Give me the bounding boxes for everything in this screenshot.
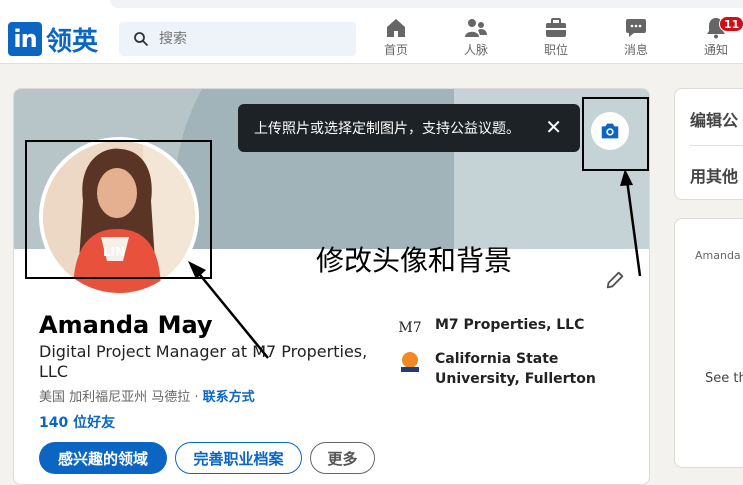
school-logo	[397, 349, 423, 375]
side-card-text: See th	[705, 371, 743, 386]
add-profile-section-button[interactable]: 完善职业档案	[175, 442, 302, 474]
nav-home-label: 首页	[383, 43, 408, 57]
edit-intro-pencil-icon[interactable]	[604, 269, 626, 291]
org-item-school[interactable]: California State University, Fullerton	[397, 349, 635, 389]
other-language-link[interactable]: 用其他	[690, 163, 738, 187]
nav-home[interactable]: 首页	[366, 16, 426, 58]
org-item-company[interactable]: M7 M7 Properties, LLC	[397, 315, 635, 341]
side-card: Amanda See th	[674, 218, 743, 468]
logo-text: 领英	[46, 26, 99, 57]
company-logo: M7	[397, 315, 423, 341]
more-button[interactable]: 更多	[310, 442, 375, 474]
search-input[interactable]	[159, 31, 339, 47]
people-icon	[465, 19, 487, 37]
company-logo-text: M7	[398, 320, 422, 336]
briefcase-icon	[546, 18, 566, 37]
browser-strip	[110, 0, 743, 8]
open-to-button[interactable]: 感兴趣的领域	[39, 442, 167, 474]
close-icon[interactable]: ✕	[545, 117, 562, 137]
search-bar[interactable]	[119, 22, 356, 56]
annotation-box-avatar	[25, 140, 212, 279]
global-nav: in 领英 首页 人脉 职位 消息 11 通知	[0, 0, 743, 64]
contact-info-link[interactable]: 联系方式	[203, 390, 255, 405]
profile-name: Amanda May	[39, 311, 213, 339]
school-name: California State University, Fullerton	[435, 351, 596, 387]
nav-jobs[interactable]: 职位	[526, 16, 586, 58]
banner-tooltip: 上传照片或选择定制图片，支持公益议题。 ✕	[238, 104, 580, 152]
notification-badge: 11	[719, 16, 743, 32]
tooltip-text: 上传照片或选择定制图片，支持公益议题。	[254, 121, 520, 137]
annotation-label: 修改头像和背景	[316, 244, 513, 277]
message-icon	[626, 19, 646, 37]
location-text: 美国 加利福尼亚州 马德拉 ·	[39, 390, 203, 405]
linkedin-logo[interactable]: in 领英	[8, 22, 99, 57]
nav-network-label: 人脉	[463, 43, 488, 57]
divider	[690, 145, 743, 146]
edit-public-profile-link[interactable]: 编辑公	[690, 107, 738, 131]
profile-headline: Digital Project Manager at M7 Properties…	[39, 342, 368, 381]
nav-network[interactable]: 人脉	[446, 16, 506, 58]
nav-messaging[interactable]: 消息	[606, 16, 666, 58]
nav-notifications-label: 通知	[703, 43, 728, 57]
profile-location: 美国 加利福尼亚州 马德拉 · 联系方式	[39, 386, 255, 405]
nav-messaging-label: 消息	[623, 43, 648, 57]
side-card-caption: Amanda	[695, 249, 741, 262]
nav-notifications[interactable]: 11 通知	[686, 16, 743, 58]
school-logo-icon	[401, 352, 419, 372]
profile-settings-card: 编辑公 用其他	[674, 88, 743, 200]
connections-link[interactable]: 140 位好友	[39, 412, 115, 432]
home-icon	[387, 19, 405, 37]
nav-jobs-label: 职位	[543, 43, 568, 57]
logo-mark: in	[8, 22, 42, 56]
company-name: M7 Properties, LLC	[435, 317, 585, 333]
annotation-box-camera	[582, 97, 649, 171]
search-icon	[134, 32, 148, 46]
profile-card: 上传照片或选择定制图片，支持公益议题。 ✕ LIN 修改头像和背景 Amanda…	[13, 88, 650, 485]
